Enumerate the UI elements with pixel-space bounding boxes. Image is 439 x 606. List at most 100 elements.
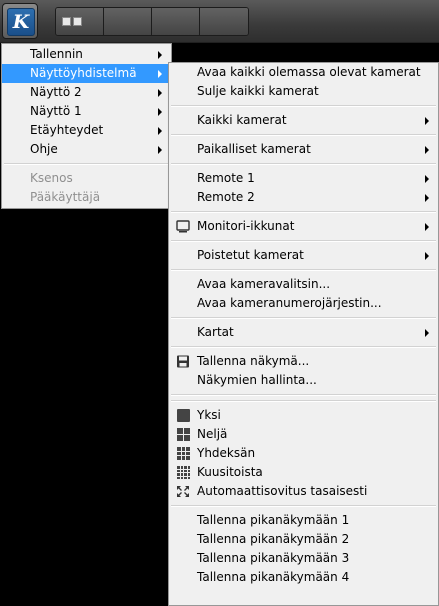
submenu-arrow-icon xyxy=(425,252,429,260)
menu-separator xyxy=(171,505,436,507)
menu-item-quick-save-3[interactable]: Tallenna pikanäkymään 3 xyxy=(169,549,438,568)
menu-item-label: Yhdeksän xyxy=(197,446,256,460)
menu-item-label: Avaa kaikki olemassa olevat kamerat xyxy=(197,65,421,79)
menu-item-label: Tallenna pikanäkymään 3 xyxy=(197,551,350,565)
layout-seg-3[interactable] xyxy=(152,8,200,35)
menu-item-role-admin: Pääkäyttäjä xyxy=(2,188,171,207)
menu-item-label: Tallenna pikanäkymään 4 xyxy=(197,570,350,584)
layout-2x2-icon xyxy=(177,428,190,441)
menu-separator xyxy=(171,105,436,107)
menu-item-label: Avaa kameravalitsin... xyxy=(197,277,331,291)
menu-item-open-camera-sorter[interactable]: Avaa kameranumerojärjestin... xyxy=(169,294,438,313)
menu-separator xyxy=(171,240,436,242)
layout-seg-1[interactable] xyxy=(56,8,104,35)
menu-item-label: Poistetut kamerat xyxy=(197,248,304,262)
submenu-arrow-icon xyxy=(158,51,162,59)
menu-item-naytto-1[interactable]: Näyttö 1 xyxy=(2,102,171,121)
menu-item-label: Monitori-ikkunat xyxy=(197,219,295,233)
menu-item-label: Yksi xyxy=(197,408,221,422)
top-toolbar: K xyxy=(0,0,439,43)
menu-item-layout-four[interactable]: Neljä xyxy=(169,425,438,444)
menu-item-layout-one[interactable]: Yksi xyxy=(169,406,438,425)
submenu-arrow-icon xyxy=(158,89,162,97)
layout-1x1-icon xyxy=(177,409,190,422)
main-menu: Tallennin Näyttöyhdistelmä Näyttö 2 Näyt… xyxy=(1,43,172,209)
submenu-arrow-icon xyxy=(158,146,162,154)
menu-item-label: Kaikki kamerat xyxy=(197,113,287,127)
menu-item-label: Näyttö 2 xyxy=(30,85,82,99)
menu-item-remote-1[interactable]: Remote 1 xyxy=(169,169,438,188)
menu-item-label: Kuusitoista xyxy=(197,465,263,479)
split-view-icon xyxy=(62,17,82,26)
menu-item-label: Pääkäyttäjä xyxy=(30,190,101,204)
submenu-arrow-icon xyxy=(425,117,429,125)
menu-item-label: Näyttöyhdistelmä xyxy=(30,66,137,80)
menu-item-label: Sulje kaikki kamerat xyxy=(197,84,319,98)
menu-item-label: Remote 2 xyxy=(197,190,255,204)
menu-item-manage-views[interactable]: Näkymien hallinta... xyxy=(169,371,438,390)
menu-item-naytto-2[interactable]: Näyttö 2 xyxy=(2,83,171,102)
menu-item-close-all-cameras[interactable]: Sulje kaikki kamerat xyxy=(169,82,438,101)
menu-item-open-all-cameras[interactable]: Avaa kaikki olemassa olevat kamerat xyxy=(169,63,438,82)
menu-item-monitor-windows[interactable]: Monitori-ikkunat xyxy=(169,217,438,236)
menu-separator xyxy=(171,211,436,213)
submenu-arrow-icon xyxy=(425,223,429,231)
menu-item-local-cameras[interactable]: Paikalliset kamerat xyxy=(169,140,438,159)
menu-item-quick-save-2[interactable]: Tallenna pikanäkymään 2 xyxy=(169,530,438,549)
logo-k-icon: K xyxy=(7,8,35,36)
menu-item-label: Paikalliset kamerat xyxy=(197,142,311,156)
menu-item-layout-sixteen[interactable]: Kuusitoista xyxy=(169,463,438,482)
menu-separator xyxy=(171,346,436,348)
menu-item-quick-save-1[interactable]: Tallenna pikanäkymään 1 xyxy=(169,511,438,530)
menu-item-label: Näyttö 1 xyxy=(30,104,82,118)
menu-item-label: Remote 1 xyxy=(197,171,255,185)
menu-separator xyxy=(171,400,436,402)
submenu-arrow-icon xyxy=(425,329,429,337)
menu-item-nayttoyhdistelma[interactable]: Näyttöyhdistelmä xyxy=(2,64,171,83)
menu-item-all-cameras[interactable]: Kaikki kamerat xyxy=(169,111,438,130)
menu-item-label: Etäyhteydet xyxy=(30,123,104,137)
menu-item-remote-2[interactable]: Remote 2 xyxy=(169,188,438,207)
menu-item-label: Näkymien hallinta... xyxy=(197,373,317,387)
save-disk-icon xyxy=(177,355,189,368)
menu-item-quick-save-4[interactable]: Tallenna pikanäkymään 4 xyxy=(169,568,438,587)
layout-seg-2[interactable] xyxy=(104,8,152,35)
menu-separator xyxy=(4,163,169,165)
view-combination-submenu: Avaa kaikki olemassa olevat kamerat Sulj… xyxy=(168,62,439,606)
menu-separator xyxy=(171,163,436,165)
menu-item-label: Avaa kameranumerojärjestin... xyxy=(197,296,382,310)
menu-item-maps[interactable]: Kartat xyxy=(169,323,438,342)
menu-item-save-view[interactable]: Tallenna näkymä... xyxy=(169,352,438,371)
menu-item-open-camera-selector[interactable]: Avaa kameravalitsin... xyxy=(169,275,438,294)
submenu-arrow-icon xyxy=(158,70,162,78)
layout-seg-4[interactable] xyxy=(200,8,248,35)
menu-item-removed-cameras[interactable]: Poistetut kamerat xyxy=(169,246,438,265)
menu-item-label: Tallenna pikanäkymään 1 xyxy=(197,513,350,527)
monitor-icon xyxy=(176,220,190,233)
expand-arrows-icon xyxy=(177,486,189,497)
menu-item-label: Ohje xyxy=(30,142,58,156)
submenu-arrow-icon xyxy=(158,127,162,135)
menu-item-ohje[interactable]: Ohje xyxy=(2,140,171,159)
menu-item-label: Automaattisovitus tasaisesti xyxy=(197,484,368,498)
submenu-arrow-icon xyxy=(158,108,162,116)
view-layout-bar xyxy=(55,7,249,36)
menu-item-label: Neljä xyxy=(197,427,228,441)
menu-separator xyxy=(171,269,436,271)
menu-item-user-ksenos: Ksenos xyxy=(2,169,171,188)
menu-item-label: Tallenna näkymä... xyxy=(197,354,310,368)
menu-separator xyxy=(171,317,436,319)
menu-separator xyxy=(171,134,436,136)
menu-separator xyxy=(171,394,436,396)
menu-item-label: Ksenos xyxy=(30,171,73,185)
layout-3x3-icon xyxy=(177,447,190,460)
main-menu-button[interactable]: K xyxy=(2,3,38,39)
menu-item-auto-fit[interactable]: Automaattisovitus tasaisesti xyxy=(169,482,438,501)
menu-item-layout-nine[interactable]: Yhdeksän xyxy=(169,444,438,463)
submenu-arrow-icon xyxy=(425,194,429,202)
layout-4x4-icon xyxy=(177,466,190,479)
menu-item-tallennin[interactable]: Tallennin xyxy=(2,45,171,64)
menu-item-etayhteydet[interactable]: Etäyhteydet xyxy=(2,121,171,140)
menu-item-label: Kartat xyxy=(197,325,234,339)
menu-item-label: Tallennin xyxy=(30,47,83,61)
